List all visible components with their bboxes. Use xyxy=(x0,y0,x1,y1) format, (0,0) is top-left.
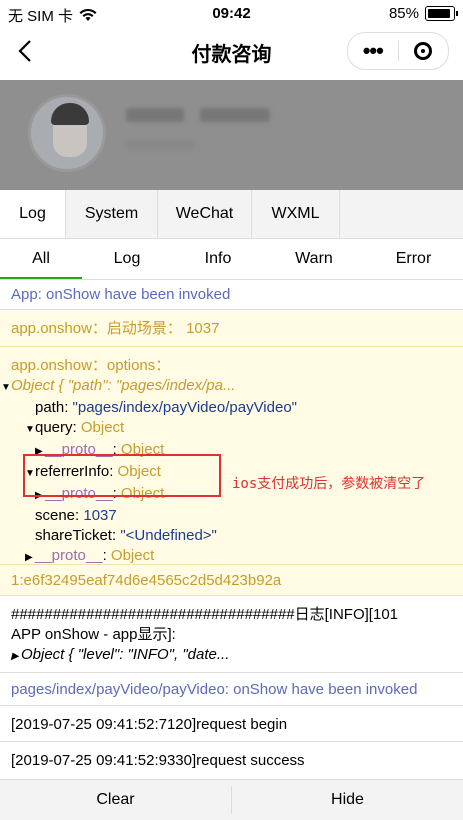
battery-percent: 85% xyxy=(388,5,419,22)
filter-info[interactable]: Info xyxy=(172,239,264,279)
filter-warn[interactable]: Warn xyxy=(264,239,364,279)
tab-wechat[interactable]: WeChat xyxy=(158,190,252,238)
tab-wxml[interactable]: WXML xyxy=(252,190,340,238)
tree-item-proto[interactable]: ▶ __proto__: Object xyxy=(25,546,463,568)
console-tabs: Log System WeChat WXML xyxy=(0,190,463,239)
log-row: app.onshow：启动场景： 1037 xyxy=(0,311,463,347)
more-icon[interactable]: ••• xyxy=(348,38,398,64)
collapsed-triangle-icon: ▶ xyxy=(25,552,33,563)
filter-tabs: All Log Info Warn Error xyxy=(0,239,463,280)
blurred-subtitle xyxy=(126,140,194,150)
log-row: pages/index/payVideo/payVideo: onShow ha… xyxy=(0,674,463,706)
annotation-text: ios支付成功后，参数被清空了 xyxy=(232,476,426,492)
avatar xyxy=(28,94,106,172)
hide-button[interactable]: Hide xyxy=(232,780,463,820)
tab-system[interactable]: System xyxy=(66,190,158,238)
expanded-triangle-icon: ▼ xyxy=(1,382,11,393)
status-bar: 无 SIM 卡 09:42 85% xyxy=(0,0,463,28)
battery-icon xyxy=(425,6,458,21)
object-node[interactable]: ▼Object { "path": "pages/index/pa... xyxy=(1,376,463,398)
log-row: [2019-07-25 09:41:52:9330]request succes… xyxy=(0,743,463,778)
blurred-name-2 xyxy=(200,108,270,122)
collapsed-triangle-icon: ▶ xyxy=(11,651,19,662)
record-icon xyxy=(414,42,433,60)
nav-bar: 付款咨询 ••• xyxy=(0,28,463,76)
object-node[interactable]: ▶ Object { "level": "INFO", "date... xyxy=(11,645,463,667)
tab-log[interactable]: Log xyxy=(0,190,66,238)
tree-item-scene: scene: 1037 xyxy=(35,507,117,524)
profile-header xyxy=(0,80,463,190)
filter-all[interactable]: All xyxy=(0,239,82,279)
log-row: App: onShow have been invoked xyxy=(0,280,463,310)
filter-error[interactable]: Error xyxy=(364,239,463,279)
log-row: ##################################日志[INF… xyxy=(0,597,463,673)
close-miniprogram-button[interactable] xyxy=(399,42,449,60)
expanded-triangle-icon: ▼ xyxy=(25,424,35,435)
filter-log[interactable]: Log xyxy=(82,239,172,279)
tree-item-query[interactable]: ▼query: Object xyxy=(25,418,463,440)
menu-capsule: ••• xyxy=(347,32,449,70)
tree-item-shareticket: shareTicket: "<Undefined>" xyxy=(35,527,217,544)
annotation-box xyxy=(23,454,221,497)
blurred-name xyxy=(126,108,184,122)
console-toolbar: Clear Hide xyxy=(0,779,463,820)
clear-button[interactable]: Clear xyxy=(0,780,231,820)
log-row: 1:e6f32495eaf74d6e4565c2d5d423b92a xyxy=(0,566,463,596)
tree-item-path: path: "pages/index/payVideo/payVideo" xyxy=(35,399,297,416)
log-row: [2019-07-25 09:41:52:7120]request begin xyxy=(0,707,463,742)
